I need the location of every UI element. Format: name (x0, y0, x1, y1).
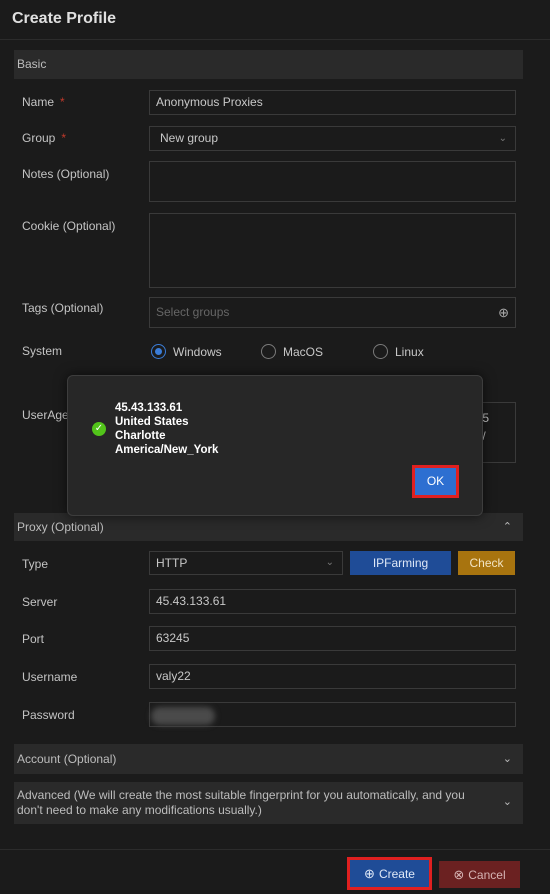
password-label: Password (22, 708, 75, 722)
advanced-header-text: Advanced (We will create the most suitab… (17, 788, 465, 817)
check-button[interactable]: Check (458, 551, 515, 575)
proxy-section-header[interactable]: Proxy (Optional) ⌃ (14, 513, 523, 541)
expand-icon[interactable]: ⌄ (503, 744, 512, 774)
group-select[interactable]: New group ⌄ (149, 126, 516, 151)
name-label: Name * (22, 95, 65, 109)
proxy-check-dialog: ✓ 45.43.133.61 United States Charlotte A… (67, 375, 483, 516)
ipfarming-button[interactable]: IPFarming (350, 551, 451, 575)
window-title: Create Profile (12, 10, 117, 27)
required-mark: * (60, 95, 65, 109)
radio-linux[interactable]: Linux (373, 344, 424, 359)
create-button[interactable]: ⊕ Create (350, 860, 429, 887)
dialog-timezone: America/New_York (115, 444, 219, 456)
proxy-type-select[interactable]: HTTP ⌄ (149, 551, 343, 575)
server-input[interactable]: 45.43.133.61 (149, 589, 516, 614)
radio-windows[interactable]: Windows (151, 344, 222, 359)
proxy-type-value: HTTP (156, 556, 188, 570)
create-button-label: Create (378, 867, 415, 881)
radio-dot[interactable] (261, 344, 276, 359)
close-circle-icon: ⊗ (453, 867, 465, 882)
tags-placeholder: Select groups (156, 305, 230, 319)
group-label-text: Group (22, 131, 56, 145)
radio-linux-label: Linux (395, 344, 424, 359)
server-label: Server (22, 595, 58, 609)
radio-macos-label: MacOS (283, 344, 324, 359)
create-button-highlight: ⊕ Create (347, 857, 432, 890)
account-header-text: Account (Optional) (17, 752, 117, 766)
system-label: System (22, 344, 63, 358)
dialog-ip: 45.43.133.61 (115, 402, 183, 414)
advanced-section-header[interactable]: Advanced (We will create the most suitab… (14, 782, 523, 824)
collapse-icon[interactable]: ⌃ (503, 513, 512, 541)
success-check-icon: ✓ (92, 422, 106, 436)
proxy-header-text: Proxy (Optional) (17, 520, 104, 534)
title-bar: Create Profile (0, 0, 550, 40)
type-label: Type (22, 557, 49, 571)
name-input[interactable]: Anonymous Proxies (149, 90, 516, 115)
group-label: Group * (22, 131, 66, 145)
ok-button-highlight: OK (412, 465, 459, 498)
chevron-down-icon: ⌄ (325, 557, 334, 568)
chevron-down-icon: ⌄ (498, 133, 507, 144)
password-input[interactable] (149, 702, 516, 727)
footer-divider (0, 849, 550, 850)
useragent-partial-text: 5 / (482, 411, 489, 443)
required-mark: * (61, 131, 67, 145)
port-label: Port (22, 632, 45, 646)
add-circle-icon[interactable]: ⊕ (498, 298, 509, 327)
notes-textarea[interactable] (149, 161, 516, 202)
cookie-textarea[interactable] (149, 213, 516, 288)
radio-dot[interactable] (373, 344, 388, 359)
dialog-city: Charlotte (115, 430, 166, 442)
name-label-text: Name (22, 95, 55, 109)
cookie-label: Cookie (Optional) (22, 219, 116, 233)
username-input[interactable]: valy22 (149, 664, 516, 689)
plus-circle-icon: ⊕ (364, 866, 375, 881)
ok-button[interactable]: OK (415, 468, 456, 495)
cancel-button[interactable]: ⊗ Cancel (439, 861, 520, 888)
blurred-password (151, 707, 215, 725)
radio-windows-label: Windows (173, 344, 222, 359)
radio-dot-selected[interactable] (151, 344, 166, 359)
expand-icon[interactable]: ⌄ (503, 795, 512, 810)
dialog-message: 45.43.133.61 United States Charlotte Ame… (115, 401, 218, 457)
tags-label: Tags (Optional) (22, 301, 104, 315)
group-select-value: New group (160, 131, 219, 145)
tags-select[interactable]: Select groups ⊕ (149, 297, 516, 328)
cancel-button-label: Cancel (468, 868, 506, 882)
account-section-header[interactable]: Account (Optional) ⌄ (14, 744, 523, 774)
radio-macos[interactable]: MacOS (261, 344, 323, 359)
dialog-country: United States (115, 416, 189, 428)
port-input[interactable]: 63245 (149, 626, 516, 651)
notes-label: Notes (Optional) (22, 167, 110, 181)
username-label: Username (22, 670, 78, 684)
basic-section-header[interactable]: Basic (14, 50, 523, 79)
